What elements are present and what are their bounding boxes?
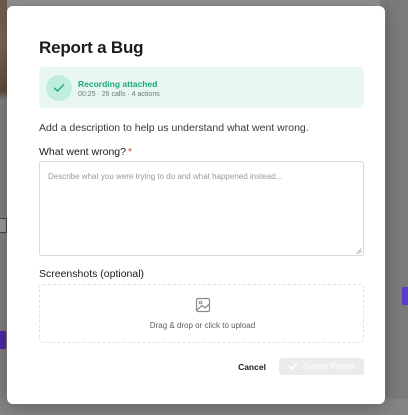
dropzone-text: Drag & drop or click to upload [149, 321, 256, 330]
banner-subtitle: 00:25 · 26 calls · 4 actions [78, 91, 160, 98]
modal-title: Report a Bug [39, 38, 144, 57]
check-icon [288, 362, 298, 370]
background-chip [0, 218, 7, 233]
background-left-accent [0, 331, 6, 349]
image-icon [195, 297, 211, 313]
screenshots-label: Screenshots (optional) [39, 268, 145, 280]
what-went-wrong-label: What went wrong? * [39, 146, 132, 158]
background-page-left [0, 0, 7, 415]
banner-title: Recording attached [78, 79, 158, 89]
screenshot-dropzone[interactable]: Drag & drop or click to upload [39, 284, 364, 343]
submit-report-label: Submit Report [303, 362, 355, 371]
submit-report-button[interactable]: Submit Report [279, 358, 364, 375]
cancel-button[interactable]: Cancel [232, 359, 272, 375]
recording-attached-banner: Recording attached 00:25 · 26 calls · 4 … [39, 67, 364, 108]
what-went-wrong-label-text: What went wrong? [39, 146, 126, 158]
resize-grip-icon[interactable] [356, 248, 362, 254]
background-tab-accent [402, 287, 408, 305]
background-divider [387, 0, 388, 415]
report-bug-modal: Report a Bug Recording attached 00:25 · … [7, 6, 385, 404]
check-icon [46, 75, 72, 101]
required-marker: * [127, 146, 133, 158]
what-went-wrong-textarea[interactable] [39, 161, 364, 256]
modal-description: Add a description to help us understand … [39, 122, 309, 134]
